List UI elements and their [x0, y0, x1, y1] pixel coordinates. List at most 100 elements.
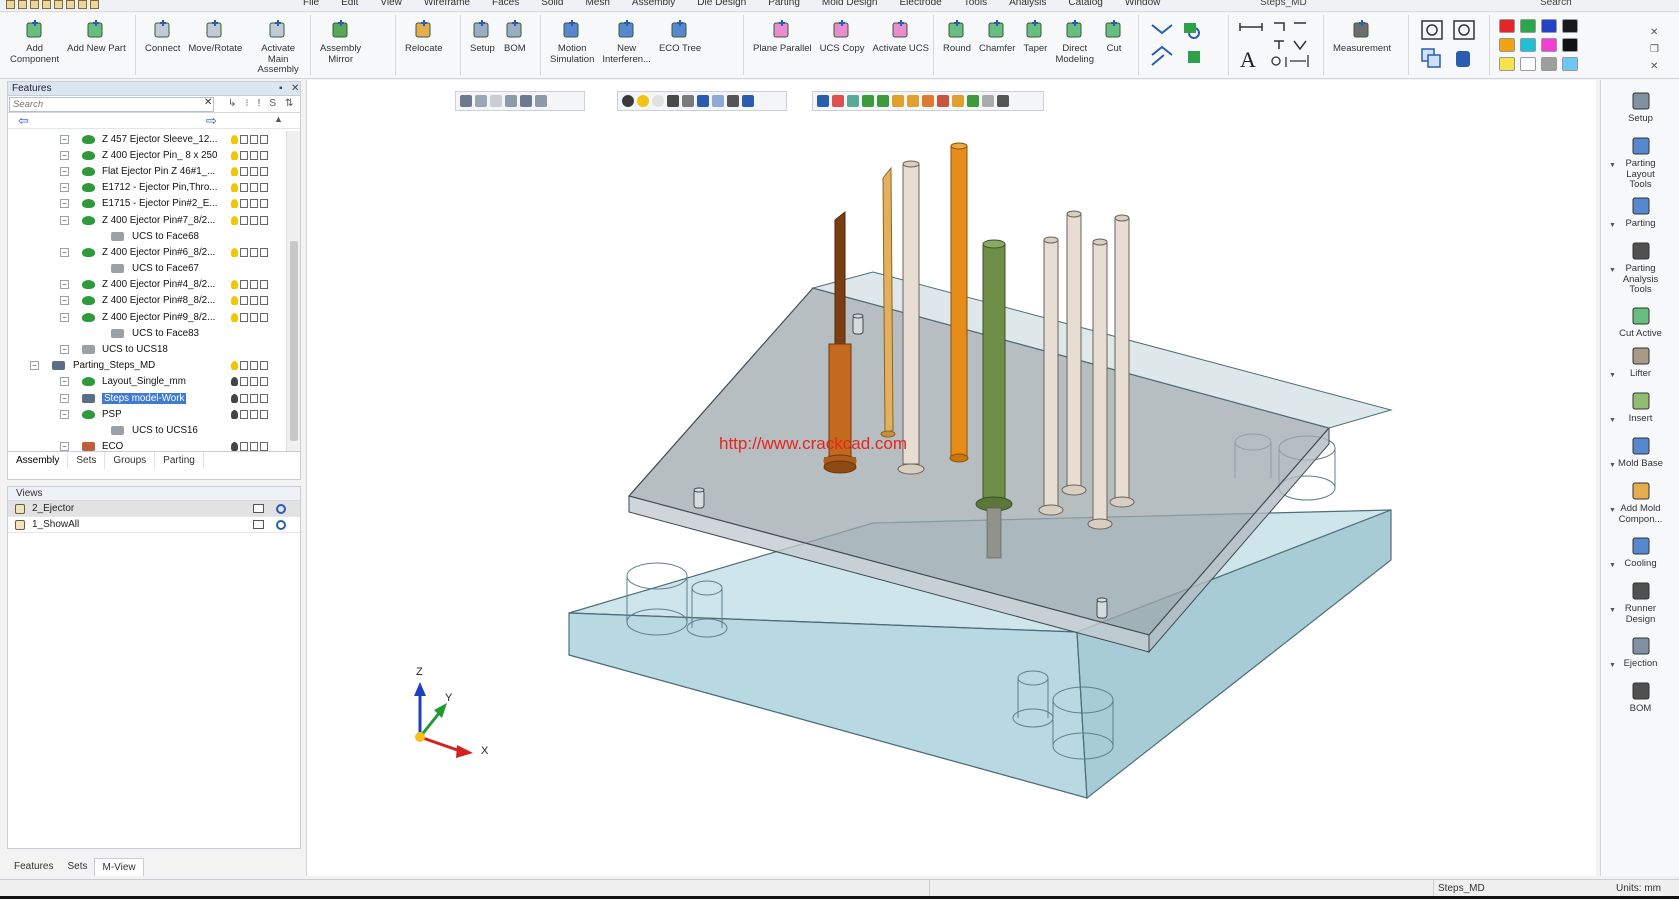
undo-icon[interactable] [66, 0, 75, 9]
scrollbar-thumb[interactable] [290, 241, 298, 441]
menu-edit[interactable]: Edit [330, 0, 369, 9]
tree-node[interactable]: − E1715 - Ejector Pin#2_E... [8, 196, 286, 212]
new-interference-button[interactable]: New Interferen... [598, 15, 655, 65]
light-bulb-icon[interactable] [231, 134, 238, 144]
expand-toggle-icon[interactable]: − [30, 361, 39, 371]
view-row[interactable]: 1_ShowAll [8, 517, 300, 533]
speaker-icon[interactable] [260, 442, 268, 451]
layer-icon[interactable] [250, 393, 258, 403]
bom-button[interactable]: BOM [499, 15, 531, 55]
new-file-icon[interactable] [18, 0, 27, 9]
view-tools-icon[interactable] [1414, 15, 1486, 73]
close-panel-icon[interactable]: ✕ [291, 82, 299, 96]
redo-icon[interactable] [78, 0, 87, 9]
dropdown-arrow-icon[interactable]: ▼ [1609, 371, 1616, 382]
layer-icon[interactable] [250, 280, 258, 290]
plane-parallel-button[interactable]: Plane Parallel [749, 15, 816, 55]
cut-active-button[interactable]: Cut Active [1601, 305, 1679, 340]
tree-node[interactable]: − PSP [8, 406, 286, 422]
tab-assembly[interactable]: Assembly [8, 452, 69, 469]
move-rotate-button[interactable]: Move/Rotate [184, 15, 246, 55]
menu-file[interactable]: File [292, 0, 330, 9]
connect-button[interactable]: Connect [141, 15, 184, 55]
color-swatch[interactable] [1541, 57, 1557, 71]
expand-toggle-icon[interactable]: − [60, 150, 69, 160]
menu-catalog[interactable]: Catalog [1057, 0, 1113, 9]
pin-icon[interactable]: ▪ [279, 82, 283, 96]
layer-icon[interactable] [250, 247, 258, 257]
expand-toggle-icon[interactable]: − [60, 312, 69, 322]
app-icon[interactable] [6, 0, 15, 9]
expand-toggle-icon[interactable]: − [60, 345, 69, 355]
cut-button[interactable]: Cut [1098, 15, 1130, 55]
activate-main-assembly-button[interactable]: Activate Main Assembly [246, 15, 310, 76]
tree-node[interactable]: UCS to Face68 [8, 228, 286, 244]
menu-die-design[interactable]: Die Design [686, 0, 757, 9]
tree-node[interactable]: − Z 400 Ejector Pin#7_8/2... [8, 212, 286, 228]
light-bulb-icon[interactable] [231, 361, 238, 371]
assembly-mirror-button[interactable]: Assembly Mirror [316, 15, 365, 65]
display-icon[interactable] [240, 280, 248, 290]
menu-electrode[interactable]: Electrode [888, 0, 952, 9]
chamfer-button[interactable]: Chamfer [975, 15, 1019, 55]
view-row[interactable]: 2_Ejector [8, 501, 300, 517]
speaker-icon[interactable] [260, 150, 268, 160]
tree-node[interactable]: UCS to Face67 [8, 261, 286, 277]
light-bulb-icon[interactable] [231, 150, 238, 160]
menu-mold-design[interactable]: Mold Design [811, 0, 889, 9]
taper-button[interactable]: Taper [1019, 15, 1051, 55]
tree-filter-icon[interactable]: ⁝ [245, 98, 248, 109]
dropdown-arrow-icon[interactable]: ▼ [1609, 416, 1616, 427]
dropdown-arrow-icon[interactable]: ▼ [1609, 266, 1616, 277]
clear-search-icon[interactable]: ✕ [204, 97, 212, 108]
camera-icon[interactable] [253, 520, 264, 529]
tree-node[interactable]: − Z 400 Ejector Pin_ 8 x 250 [8, 147, 286, 163]
expand-toggle-icon[interactable]: − [60, 166, 69, 176]
layer-icon[interactable] [250, 296, 258, 306]
color-swatch[interactable] [1562, 57, 1578, 71]
parting-layout-button[interactable]: Parting Layout Tools ▼ [1601, 135, 1679, 191]
light-bulb-icon[interactable] [231, 183, 238, 193]
color-swatch[interactable] [1499, 38, 1515, 52]
dropdown-arrow-icon[interactable]: ▼ [1609, 606, 1616, 617]
features-search-input[interactable] [9, 96, 214, 112]
menu-mesh[interactable]: Mesh [574, 0, 620, 9]
layer-icon[interactable] [250, 312, 258, 322]
light-bulb-icon[interactable] [231, 442, 238, 451]
speaker-icon[interactable] [260, 312, 268, 322]
light-bulb-icon[interactable] [231, 199, 238, 209]
dropdown-arrow-icon[interactable]: ▼ [1609, 221, 1616, 232]
close-document-icon[interactable]: ✕ [1650, 61, 1659, 72]
round-button[interactable]: Round [939, 15, 975, 55]
layer-icon[interactable] [250, 409, 258, 419]
speaker-icon[interactable] [260, 247, 268, 257]
mold-base-button[interactable]: Mold Base ▼ [1601, 435, 1679, 470]
menu-analysis[interactable]: Analysis [998, 0, 1057, 9]
dropdown-arrow-icon[interactable]: ▼ [1609, 506, 1616, 517]
expand-toggle-icon[interactable]: − [60, 247, 69, 257]
expand-toggle-icon[interactable]: − [60, 134, 69, 144]
customize-icon[interactable] [90, 0, 99, 9]
color-swatch[interactable] [1562, 19, 1578, 33]
scroll-up-icon[interactable]: ▲ [274, 114, 283, 124]
add-new-part-button[interactable]: Add New Part [63, 15, 130, 55]
light-bulb-icon[interactable] [231, 215, 238, 225]
activate-ucs-button[interactable]: Activate UCS [869, 15, 934, 55]
graphics-viewport[interactable]: http://www.crackcad.com Z Y X [306, 80, 1596, 876]
expand-toggle-icon[interactable]: − [60, 215, 69, 225]
add-component-button[interactable]: Add Component [6, 15, 63, 65]
display-icon[interactable] [240, 393, 248, 403]
speaker-icon[interactable] [260, 215, 268, 225]
speaker-icon[interactable] [260, 134, 268, 144]
lifter-button[interactable]: Lifter ▼ [1601, 345, 1679, 380]
layer-icon[interactable] [250, 442, 258, 451]
speaker-icon[interactable] [260, 296, 268, 306]
menu-wireframe[interactable]: Wireframe [413, 0, 481, 9]
runner-design-button[interactable]: Runner Design ▼ [1601, 580, 1679, 625]
tree-node[interactable]: UCS to UCS16 [8, 422, 286, 438]
layer-icon[interactable] [250, 199, 258, 209]
tree-scrollbar[interactable] [286, 131, 300, 453]
expand-toggle-icon[interactable]: − [60, 280, 69, 290]
layer-icon[interactable] [250, 134, 258, 144]
display-icon[interactable] [240, 247, 248, 257]
